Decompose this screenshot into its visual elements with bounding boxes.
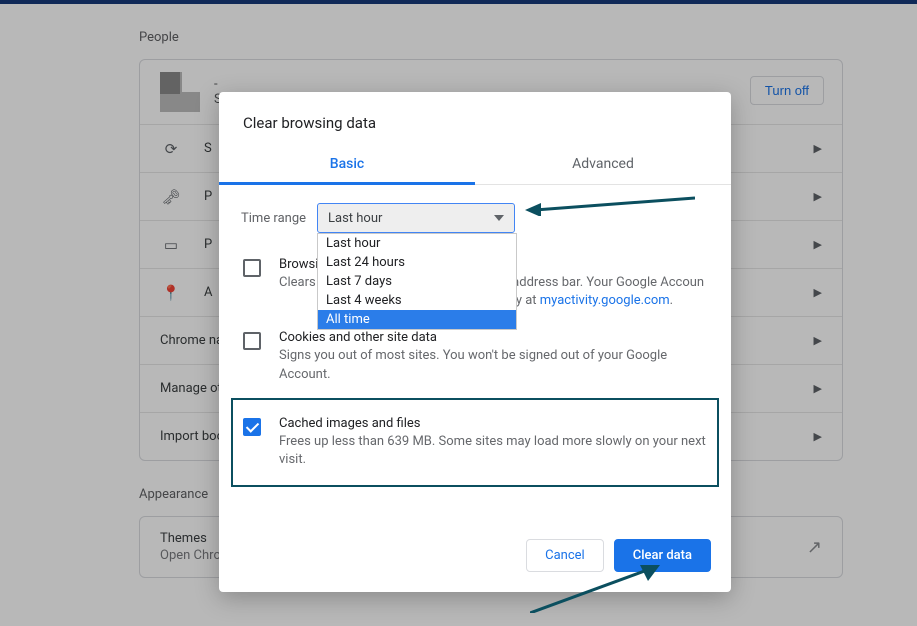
cached-subtitle: Frees up less than 639 MB. Some sites ma… bbox=[279, 433, 709, 469]
time-range-select[interactable]: Last hour Last hour Last 24 hours Last 7… bbox=[317, 203, 515, 233]
option-last-24-hours[interactable]: Last 24 hours bbox=[318, 253, 516, 272]
option-last-hour[interactable]: Last hour bbox=[318, 234, 516, 253]
tab-basic[interactable]: Basic bbox=[219, 146, 475, 185]
dialog-title: Clear browsing data bbox=[219, 92, 731, 146]
time-range-dropdown: Last hour Last 24 hours Last 7 days Last… bbox=[317, 233, 517, 330]
chevron-down-icon bbox=[494, 215, 504, 221]
cookies-subtitle: Signs you out of most sites. You won't b… bbox=[279, 347, 709, 383]
checkbox-cookies[interactable] bbox=[243, 332, 261, 350]
cancel-button[interactable]: Cancel bbox=[526, 539, 604, 572]
time-range-value: Last hour bbox=[328, 211, 382, 226]
tab-advanced[interactable]: Advanced bbox=[475, 146, 731, 184]
time-range-label: Time range bbox=[237, 211, 317, 226]
option-all-time[interactable]: All time bbox=[318, 310, 516, 329]
cookies-title: Cookies and other site data bbox=[279, 330, 709, 345]
clear-data-button[interactable]: Clear data bbox=[614, 539, 711, 572]
dialog-tabs: Basic Advanced bbox=[219, 146, 731, 185]
checkbox-cached[interactable] bbox=[243, 418, 261, 436]
checkbox-browsing-history[interactable] bbox=[243, 259, 261, 277]
cached-title: Cached images and files bbox=[279, 416, 709, 431]
option-last-7-days[interactable]: Last 7 days bbox=[318, 272, 516, 291]
option-last-4-weeks[interactable]: Last 4 weeks bbox=[318, 291, 516, 310]
myactivity-link[interactable]: myactivity.google.com bbox=[540, 293, 670, 308]
item-cookies: Cookies and other site data Signs you ou… bbox=[237, 324, 713, 397]
item-cached: Cached images and files Frees up less th… bbox=[231, 398, 719, 487]
clear-browsing-data-dialog: Clear browsing data Basic Advanced Time … bbox=[219, 92, 731, 592]
